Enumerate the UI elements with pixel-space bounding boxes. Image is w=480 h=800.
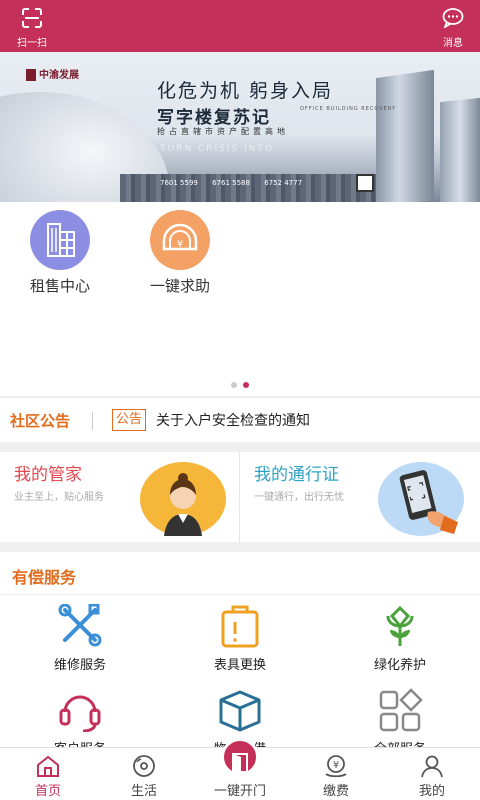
community-notice[interactable]: 社区公告 公告 关于入户安全检查的通知 bbox=[0, 398, 480, 442]
tab-mine[interactable]: 我的 bbox=[384, 748, 480, 800]
headset-icon bbox=[59, 695, 101, 732]
tab-label: 缴费 bbox=[322, 784, 349, 799]
divider bbox=[92, 412, 93, 430]
tab-payment[interactable]: ¥ 缴费 bbox=[288, 748, 384, 800]
phone-pass-icon bbox=[378, 462, 464, 536]
carousel-dot[interactable] bbox=[231, 382, 237, 388]
my-butler-card[interactable]: 我的管家 业主至上，贴心服务 bbox=[0, 452, 240, 542]
banner-title-en: OFFICE BUILDING RECOVERY bbox=[300, 106, 397, 112]
top-bar: 扫一扫 消息 bbox=[0, 0, 480, 52]
tab-label: 我的 bbox=[418, 784, 445, 799]
chat-bubble-icon bbox=[442, 8, 464, 30]
paid-services: 有偿服务 维修服务 表具更换 绿化养护 bbox=[0, 552, 480, 757]
payment-icon: ¥ bbox=[325, 755, 347, 778]
scan-button[interactable]: 扫一扫 bbox=[12, 8, 52, 49]
package-icon bbox=[219, 690, 261, 732]
divider bbox=[0, 594, 480, 595]
banner-tagline: 抢占直辖市资产配置高地 bbox=[157, 127, 289, 136]
home-icon bbox=[37, 755, 59, 777]
help-home-icon: ¥ bbox=[150, 210, 210, 270]
service-label: 维修服务 bbox=[53, 658, 106, 673]
door-icon bbox=[221, 738, 259, 776]
notice-text[interactable]: 关于入户安全检查的通知 bbox=[156, 410, 310, 430]
tab-life[interactable]: 生活 bbox=[96, 748, 192, 800]
messages-label: 消息 bbox=[443, 38, 463, 49]
tab-open-door[interactable]: 一键开门 bbox=[192, 738, 288, 800]
quick-actions: 租售中心 ¥ 一键求助 bbox=[0, 202, 480, 396]
service-meter-replacement[interactable]: 表具更换 bbox=[180, 604, 300, 673]
qr-code-graphic bbox=[356, 174, 374, 192]
service-landscaping[interactable]: 绿化养护 bbox=[340, 604, 460, 673]
card-subtitle: 一键通行，出行无忧 bbox=[254, 492, 344, 503]
meter-box-icon bbox=[221, 605, 259, 648]
quick-action-label: 一键求助 bbox=[149, 277, 210, 295]
promo-banner[interactable]: 中渝发展 化危为机 躬身入局 写字楼复苏记 OFFICE BUILDING RE… bbox=[0, 52, 480, 202]
carousel-dot-active[interactable] bbox=[243, 382, 249, 388]
service-label: 绿化养护 bbox=[373, 658, 426, 673]
banner-phones: 7601 5599 6761 5588 6752 4777 bbox=[160, 179, 314, 187]
banner-title: 写字楼复苏记 bbox=[157, 108, 271, 128]
banner-phone: 6761 5588 bbox=[212, 179, 250, 187]
scan-label: 扫一扫 bbox=[17, 38, 47, 49]
tab-label: 一键开门 bbox=[213, 784, 266, 799]
office-tower-graphic bbox=[376, 69, 434, 202]
notice-title: 社区公告 bbox=[10, 412, 71, 430]
card-title: 我的管家 bbox=[14, 465, 82, 485]
office-tower-graphic bbox=[440, 97, 480, 202]
grid-icon bbox=[379, 688, 423, 732]
banner-ghost-text: TURN CRISIS INTO bbox=[160, 144, 275, 154]
quick-action-rental-center[interactable]: 租售中心 bbox=[15, 210, 105, 296]
music-disc-icon bbox=[133, 755, 155, 777]
card-subtitle: 业主至上，贴心服务 bbox=[14, 492, 104, 503]
banner-headline: 化危为机 躬身入局 bbox=[157, 80, 334, 102]
service-label: 表具更换 bbox=[213, 658, 266, 673]
tab-label: 首页 bbox=[34, 784, 61, 799]
tab-label: 生活 bbox=[130, 784, 157, 799]
building-icon bbox=[30, 210, 90, 270]
banner-phone: 6752 4777 bbox=[264, 179, 303, 187]
card-title: 我的通行证 bbox=[254, 465, 339, 485]
service-repair[interactable]: 维修服务 bbox=[20, 604, 140, 673]
quick-action-label: 租售中心 bbox=[29, 277, 90, 295]
quick-action-help[interactable]: ¥ 一键求助 bbox=[135, 210, 225, 296]
section-heading: 有偿服务 bbox=[12, 568, 77, 587]
tab-home[interactable]: 首页 bbox=[0, 748, 96, 800]
svg-text:¥: ¥ bbox=[177, 239, 183, 250]
user-icon bbox=[421, 755, 443, 778]
scan-icon bbox=[22, 8, 42, 28]
butler-avatar-icon bbox=[140, 462, 226, 536]
brand-logo: 中渝发展 bbox=[26, 66, 79, 81]
carousel-indicator bbox=[0, 382, 480, 388]
banner-phone: 7601 5599 bbox=[160, 179, 198, 187]
messages-button[interactable]: 消息 bbox=[438, 8, 468, 49]
tools-icon bbox=[58, 604, 102, 647]
feature-cards: 我的管家 业主至上，贴心服务 我的通行证 一键通行，出行无忧 bbox=[0, 452, 480, 542]
my-pass-card[interactable]: 我的通行证 一键通行，出行无忧 bbox=[240, 452, 480, 542]
bottom-tab-bar: 首页 生活 一键开门 ¥ 缴费 我的 bbox=[0, 738, 480, 800]
brand-logo-text: 中渝发展 bbox=[39, 70, 79, 81]
svg-text:¥: ¥ bbox=[333, 760, 339, 771]
notice-tag-badge: 公告 bbox=[112, 409, 147, 431]
flower-icon bbox=[386, 605, 414, 646]
